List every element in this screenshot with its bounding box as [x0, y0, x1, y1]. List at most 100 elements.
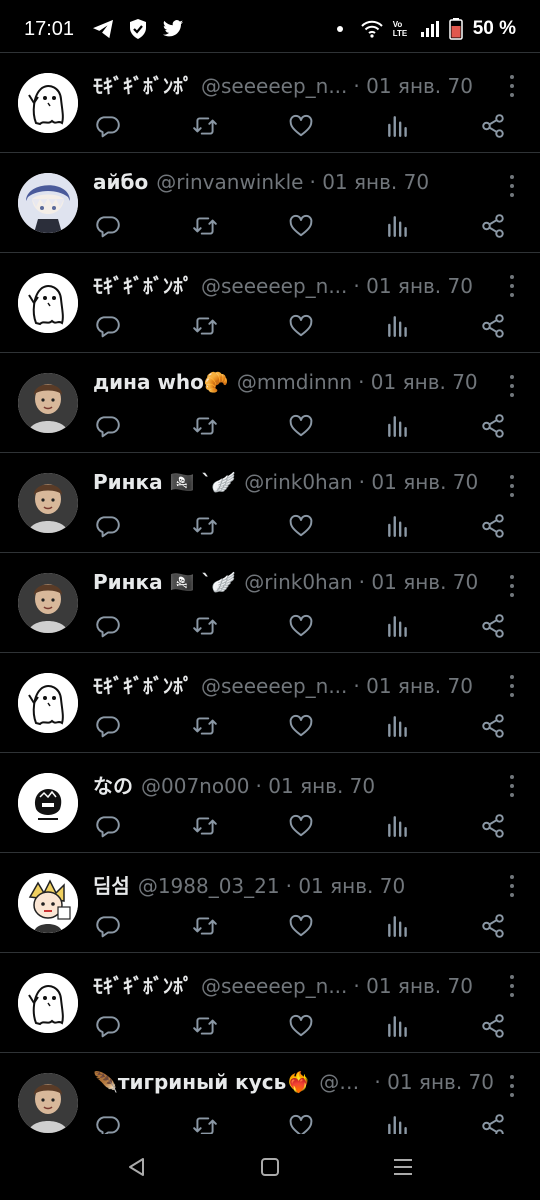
like-button[interactable]	[286, 1111, 316, 1134]
tweet-row[interactable]: ﾓｷﾞｷﾞﾎﾞﾝﾎﾟ @seeeeep_n... · 01 янв. 70	[0, 252, 540, 352]
tweet-row[interactable]: 🪶тигриный кусь❤️‍🔥 @n... · 01 янв. 70	[0, 1052, 540, 1134]
share-button[interactable]	[478, 811, 508, 841]
share-button[interactable]	[478, 1111, 508, 1134]
photo-avatar[interactable]	[18, 1073, 78, 1133]
like-button[interactable]	[286, 511, 316, 541]
retweet-button[interactable]	[190, 311, 220, 341]
views-button[interactable]	[383, 911, 413, 941]
photo-avatar[interactable]	[18, 473, 78, 533]
views-button[interactable]	[383, 111, 413, 141]
tweet-row[interactable]: Ринка 🏴‍☠️ `🪽 @rink0han · 01 янв. 70	[0, 452, 540, 552]
reply-button[interactable]	[93, 511, 123, 541]
display-name[interactable]: ﾓｷﾞｷﾞﾎﾞﾝﾎﾟ	[93, 270, 193, 299]
like-button[interactable]	[286, 811, 316, 841]
back-button[interactable]	[117, 1147, 157, 1187]
sketch-avatar[interactable]	[18, 773, 78, 833]
share-button[interactable]	[478, 611, 508, 641]
more-options-icon[interactable]	[508, 275, 516, 297]
reply-button[interactable]	[93, 611, 123, 641]
like-button[interactable]	[286, 111, 316, 141]
cartoon-avatar[interactable]	[18, 873, 78, 933]
display-name[interactable]: Ринка 🏴‍☠️ `🪽	[93, 570, 236, 594]
like-button[interactable]	[286, 911, 316, 941]
retweet-button[interactable]	[190, 1111, 220, 1134]
more-options-icon[interactable]	[508, 575, 516, 597]
photo-avatar[interactable]	[18, 573, 78, 633]
like-button[interactable]	[286, 711, 316, 741]
reply-button[interactable]	[93, 311, 123, 341]
views-button[interactable]	[383, 811, 413, 841]
more-options-icon[interactable]	[508, 975, 516, 997]
display-name[interactable]: なの	[93, 770, 133, 799]
anime-boy-avatar[interactable]	[18, 173, 78, 233]
ghost-avatar[interactable]	[18, 973, 78, 1033]
share-button[interactable]	[478, 111, 508, 141]
retweet-button[interactable]	[190, 711, 220, 741]
like-button[interactable]	[286, 211, 316, 241]
display-name[interactable]: Ринка 🏴‍☠️ `🪽	[93, 470, 236, 494]
display-name[interactable]: ﾓｷﾞｷﾞﾎﾞﾝﾎﾟ	[93, 970, 193, 999]
share-button[interactable]	[478, 711, 508, 741]
retweet-button[interactable]	[190, 111, 220, 141]
more-options-icon[interactable]	[508, 375, 516, 397]
retweet-button[interactable]	[190, 611, 220, 641]
views-button[interactable]	[383, 1011, 413, 1041]
like-button[interactable]	[286, 1011, 316, 1041]
tweet-row[interactable]: 딤섬 @1988_03_21 · 01 янв. 70	[0, 852, 540, 952]
reply-button[interactable]	[93, 211, 123, 241]
reply-button[interactable]	[93, 911, 123, 941]
share-button[interactable]	[478, 211, 508, 241]
share-button[interactable]	[478, 411, 508, 441]
share-button[interactable]	[478, 311, 508, 341]
display-name[interactable]: 딤섬	[93, 870, 130, 899]
views-button[interactable]	[383, 311, 413, 341]
reply-button[interactable]	[93, 711, 123, 741]
tweet-row[interactable]: なの @007no00 · 01 янв. 70	[0, 752, 540, 852]
like-button[interactable]	[286, 311, 316, 341]
tweet-row[interactable]: дина who🥐 @mmdinnn · 01 янв. 70	[0, 352, 540, 452]
display-name[interactable]: 🪶тигриный кусь❤️‍🔥	[93, 1070, 311, 1094]
more-options-icon[interactable]	[508, 1075, 516, 1097]
reply-button[interactable]	[93, 811, 123, 841]
retweet-button[interactable]	[190, 1011, 220, 1041]
reply-button[interactable]	[93, 1011, 123, 1041]
more-options-icon[interactable]	[508, 175, 516, 197]
tweet-row[interactable]: ﾓｷﾞｷﾞﾎﾞﾝﾎﾟ @seeeeep_n... · 01 янв. 70	[0, 952, 540, 1052]
share-button[interactable]	[478, 511, 508, 541]
more-options-icon[interactable]	[508, 875, 516, 897]
tweet-row[interactable]: ﾓｷﾞｷﾞﾎﾞﾝﾎﾟ @seeeeep_n... · 01 янв. 70	[0, 652, 540, 752]
more-options-icon[interactable]	[508, 475, 516, 497]
tweet-row[interactable]: ﾓｷﾞｷﾞﾎﾞﾝﾎﾟ @seeeeep_n... · 01 янв. 70	[0, 52, 540, 152]
share-button[interactable]	[478, 911, 508, 941]
like-button[interactable]	[286, 411, 316, 441]
ghost-avatar[interactable]	[18, 673, 78, 733]
ghost-avatar[interactable]	[18, 73, 78, 133]
photo-avatar[interactable]	[18, 373, 78, 433]
reply-button[interactable]	[93, 111, 123, 141]
retweet-button[interactable]	[190, 411, 220, 441]
tweet-row[interactable]: Ринка 🏴‍☠️ `🪽 @rink0han · 01 янв. 70	[0, 552, 540, 652]
display-name[interactable]: дина who🥐	[93, 370, 229, 394]
more-options-icon[interactable]	[508, 675, 516, 697]
more-options-icon[interactable]	[508, 775, 516, 797]
retweet-button[interactable]	[190, 911, 220, 941]
retweet-button[interactable]	[190, 811, 220, 841]
retweet-button[interactable]	[190, 511, 220, 541]
like-button[interactable]	[286, 611, 316, 641]
views-button[interactable]	[383, 411, 413, 441]
tweet-row[interactable]: айбо @rinvanwinkle · 01 янв. 70	[0, 152, 540, 252]
more-options-icon[interactable]	[508, 75, 516, 97]
retweet-button[interactable]	[190, 211, 220, 241]
timeline-feed[interactable]: ﾓｷﾞｷﾞﾎﾞﾝﾎﾟ @seeeeep_n... · 01 янв. 70 ай…	[0, 52, 540, 1134]
views-button[interactable]	[383, 511, 413, 541]
ghost-avatar[interactable]	[18, 273, 78, 333]
views-button[interactable]	[383, 211, 413, 241]
display-name[interactable]: айбо	[93, 170, 148, 194]
views-button[interactable]	[383, 611, 413, 641]
reply-button[interactable]	[93, 411, 123, 441]
display-name[interactable]: ﾓｷﾞｷﾞﾎﾞﾝﾎﾟ	[93, 70, 193, 99]
share-button[interactable]	[478, 1011, 508, 1041]
home-button[interactable]	[250, 1147, 290, 1187]
views-button[interactable]	[383, 1111, 413, 1134]
display-name[interactable]: ﾓｷﾞｷﾞﾎﾞﾝﾎﾟ	[93, 670, 193, 699]
